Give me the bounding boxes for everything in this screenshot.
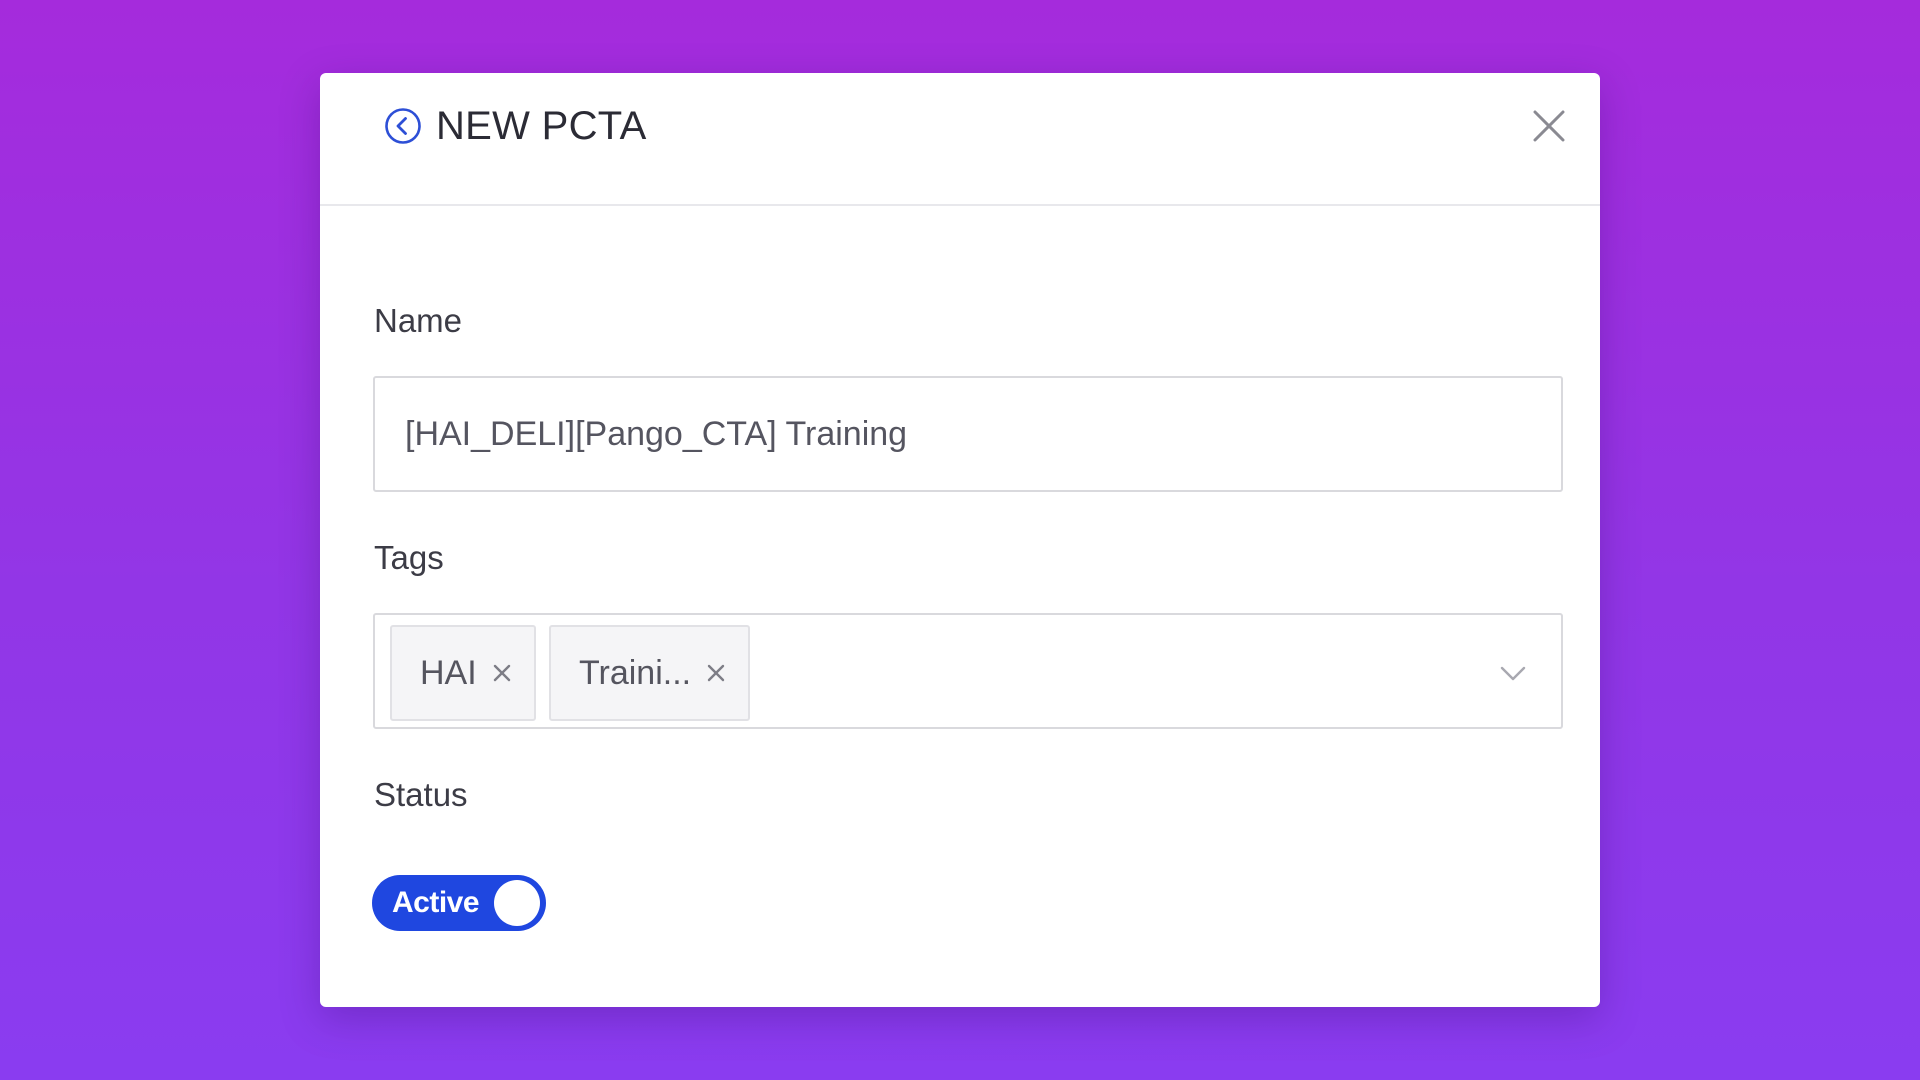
back-icon[interactable] xyxy=(384,107,422,145)
chevron-down-icon[interactable] xyxy=(1499,659,1527,687)
new-pcta-modal: NEW PCTA Name Tags HAI Traini... Status xyxy=(320,73,1600,1007)
status-label: Status xyxy=(374,776,468,813)
tag-remove-x-icon[interactable] xyxy=(491,662,513,684)
close-icon[interactable] xyxy=(1530,107,1568,145)
name-label: Name xyxy=(374,302,463,339)
tag-chip-training: Traini... xyxy=(549,625,750,721)
tag-chip-label: HAI xyxy=(420,653,477,692)
tags-select[interactable]: HAI Traini... xyxy=(373,613,1563,729)
tags-label: Tags xyxy=(374,539,444,576)
status-toggle-text: Active xyxy=(392,886,480,919)
modal-header: NEW PCTA xyxy=(320,73,1600,206)
tag-remove-x-icon[interactable] xyxy=(705,662,727,684)
tag-chip-label: Traini... xyxy=(579,653,692,692)
toggle-knob xyxy=(494,880,540,926)
modal-title: NEW PCTA xyxy=(436,104,647,148)
name-input[interactable] xyxy=(373,376,1563,492)
tag-chip-hai: HAI xyxy=(390,625,536,721)
status-toggle[interactable]: Active xyxy=(372,875,546,931)
